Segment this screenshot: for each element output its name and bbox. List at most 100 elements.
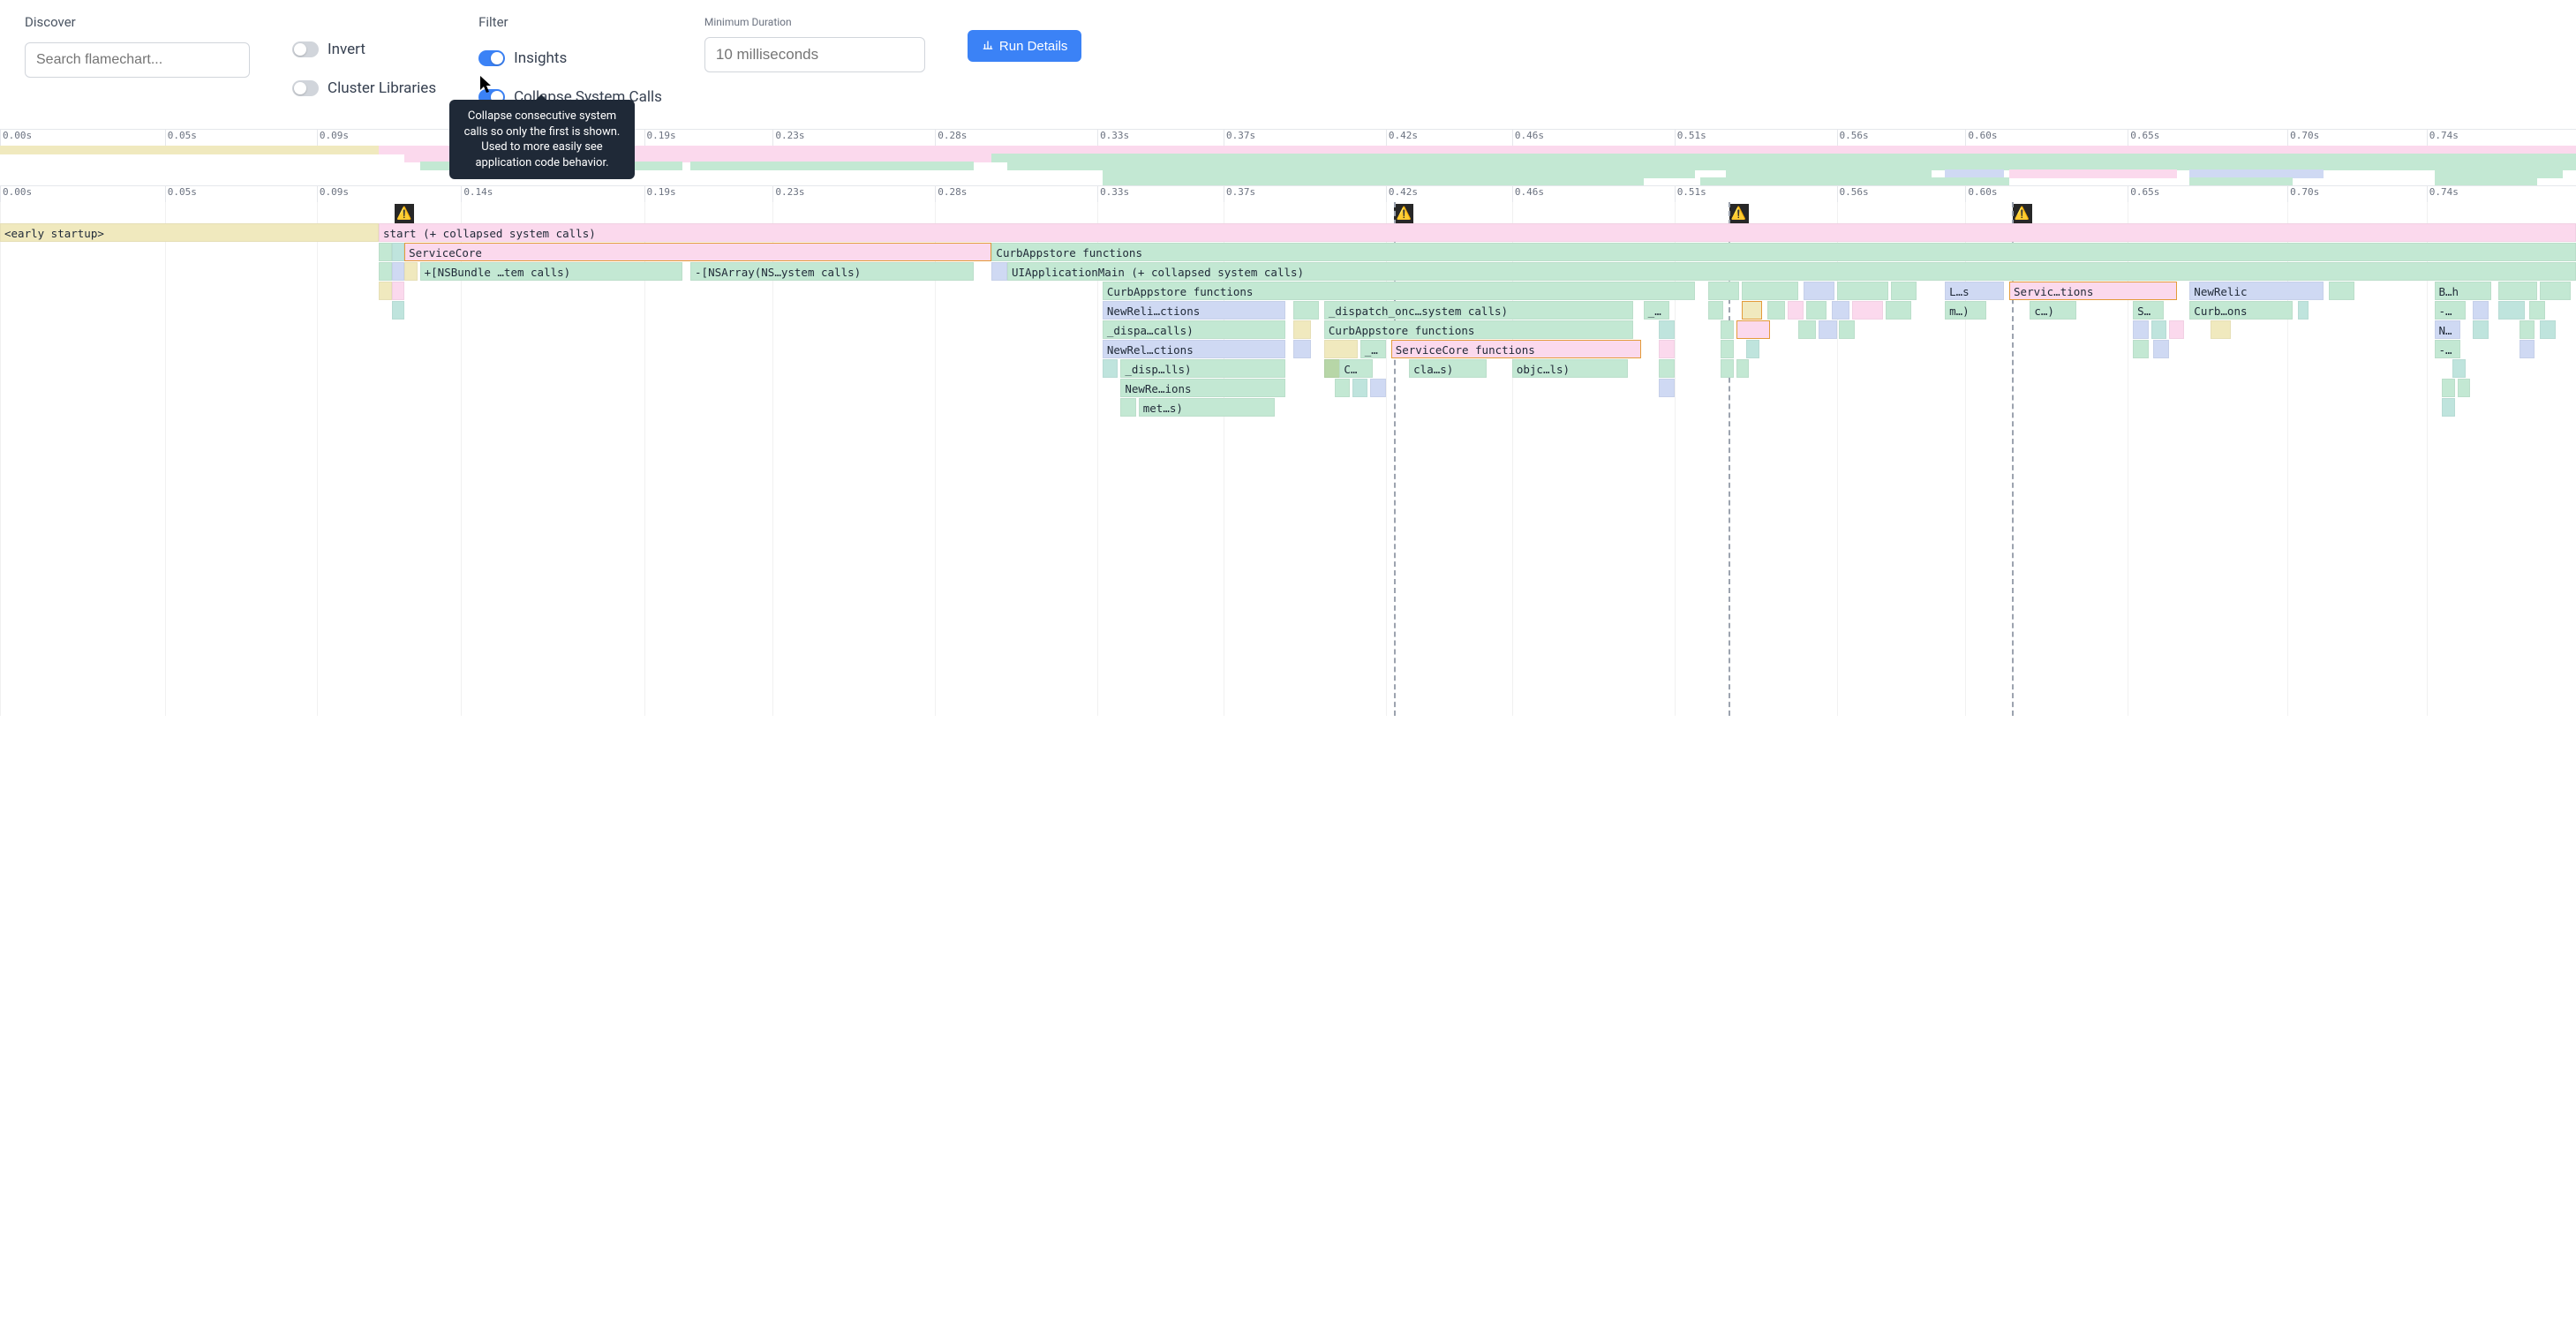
flame-span[interactable]	[2442, 398, 2455, 417]
flame-span[interactable]: c…)	[2030, 301, 2076, 320]
flame-span[interactable]: _disp…lls)	[1120, 359, 1285, 378]
flame-span[interactable]: Curb…ons	[2189, 301, 2293, 320]
minimap-span[interactable]	[2189, 177, 2293, 186]
flame-span[interactable]	[379, 243, 392, 261]
cluster-libraries-toggle[interactable]	[292, 80, 319, 96]
flame-span[interactable]	[2498, 282, 2537, 300]
flamechart[interactable]: 0.00s0.05s0.09s0.14s0.19s0.23s0.28s0.33s…	[0, 186, 2576, 716]
flame-span[interactable]: ServiceCore	[404, 243, 991, 261]
flame-span[interactable]	[2452, 359, 2466, 378]
flame-span[interactable]	[2520, 320, 2535, 339]
flame-span[interactable]	[1708, 301, 1724, 320]
run-details-button[interactable]: Run Details	[968, 30, 1082, 62]
flame-span[interactable]	[1819, 320, 1836, 339]
flame-span[interactable]	[392, 262, 405, 281]
flame-span[interactable]: objc…ls)	[1512, 359, 1628, 378]
flame-span[interactable]	[392, 282, 405, 300]
flame-span[interactable]: NewReli…ctions	[1103, 301, 1285, 320]
warning-icon[interactable]: ⚠️	[2013, 204, 2032, 223]
flame-span[interactable]	[2540, 282, 2571, 300]
flame-span[interactable]: -…	[2435, 340, 2460, 358]
flame-span[interactable]	[1721, 340, 1734, 358]
flame-span[interactable]	[1742, 282, 1798, 300]
warning-icon[interactable]: ⚠️	[395, 204, 414, 223]
flame-span[interactable]	[1742, 301, 1762, 320]
flame-span[interactable]: _…	[1644, 301, 1669, 320]
flame-span[interactable]	[1708, 282, 1739, 300]
flame-span[interactable]	[392, 243, 405, 261]
flame-span[interactable]	[1736, 359, 1750, 378]
flame-span[interactable]	[2298, 301, 2309, 320]
flame-span[interactable]: N…	[2435, 320, 2460, 339]
flame-span[interactable]	[1659, 340, 1675, 358]
minimap[interactable]: 0.00s0.05s0.09s0.14s0.19s0.23s0.28s0.33s…	[0, 130, 2576, 186]
flame-span[interactable]	[1886, 301, 1911, 320]
flame-span[interactable]	[1324, 340, 1358, 358]
flame-span[interactable]	[1293, 320, 1311, 339]
flame-span[interactable]: m…)	[1945, 301, 1986, 320]
flame-span[interactable]: UIApplicationMain (+ collapsed system ca…	[1007, 262, 2576, 281]
flame-span[interactable]	[1736, 320, 1770, 339]
flame-span[interactable]	[1832, 301, 1849, 320]
flame-span[interactable]: C…	[1339, 359, 1373, 378]
flame-span[interactable]: L…s	[1945, 282, 2004, 300]
flame-span[interactable]	[2529, 301, 2545, 320]
flame-span[interactable]: start (+ collapsed system calls)	[379, 223, 2576, 242]
flame-span[interactable]	[1293, 301, 1319, 320]
flame-span[interactable]	[2458, 379, 2471, 397]
flame-span[interactable]: CurbAppstore functions	[991, 243, 2576, 261]
flame-span[interactable]	[1839, 320, 1855, 339]
flame-span[interactable]: <early startup>	[0, 223, 379, 242]
flame-span[interactable]	[1370, 379, 1386, 397]
flame-span[interactable]	[1103, 359, 1119, 378]
minimap-span[interactable]	[1103, 177, 1644, 186]
flame-span[interactable]	[1798, 320, 1816, 339]
flame-span[interactable]	[379, 282, 392, 300]
flame-span[interactable]: NewRelic	[2189, 282, 2324, 300]
flame-span[interactable]: B…h	[2435, 282, 2491, 300]
flame-span[interactable]	[1120, 398, 1136, 417]
flame-span[interactable]	[2153, 340, 2169, 358]
flame-span[interactable]	[1837, 282, 1888, 300]
flame-span[interactable]	[1804, 282, 1834, 300]
flame-span[interactable]	[2133, 340, 2149, 358]
flame-span[interactable]	[1891, 282, 1917, 300]
warning-icon[interactable]: ⚠️	[1729, 204, 1749, 223]
flame-span[interactable]: -…	[2435, 301, 2466, 320]
minimap-span[interactable]	[1700, 177, 2009, 186]
flame-span[interactable]	[2329, 282, 2354, 300]
flame-span[interactable]: _dispatch_onc…system calls)	[1324, 301, 1633, 320]
flame-span[interactable]	[2498, 301, 2524, 320]
flame-span[interactable]: NewRe…ions	[1120, 379, 1285, 397]
minimap-span[interactable]	[2435, 177, 2538, 186]
flame-span[interactable]	[2473, 320, 2489, 339]
minimum-duration-input[interactable]	[704, 37, 925, 72]
flame-span[interactable]	[404, 262, 418, 281]
flame-span[interactable]	[1335, 379, 1351, 397]
search-input[interactable]	[25, 42, 250, 78]
flame-span[interactable]	[1746, 340, 1759, 358]
flame-span[interactable]	[2211, 320, 2231, 339]
flame-span[interactable]	[379, 262, 392, 281]
flame-span[interactable]: CurbAppstore functions	[1103, 282, 1695, 300]
flame-span[interactable]	[1806, 301, 1827, 320]
flame-span[interactable]	[1788, 301, 1804, 320]
flame-span[interactable]	[1659, 359, 1675, 378]
flame-span[interactable]: -[NSArray(NS…ystem calls)	[690, 262, 974, 281]
insights-toggle[interactable]	[478, 50, 505, 66]
flame-span[interactable]	[1352, 379, 1368, 397]
flame-span[interactable]	[1659, 379, 1675, 397]
flame-span[interactable]: +[NSBundle …tem calls)	[420, 262, 683, 281]
flame-span[interactable]	[1767, 301, 1785, 320]
flame-span[interactable]	[1659, 320, 1675, 339]
flame-span[interactable]	[2169, 320, 2185, 339]
flame-span[interactable]	[392, 301, 405, 320]
flame-span[interactable]	[2473, 301, 2489, 320]
flame-span[interactable]: cla…s)	[1409, 359, 1487, 378]
flame-span[interactable]: ServiceCore functions	[1391, 340, 1641, 358]
flame-span[interactable]: _dispa…calls)	[1103, 320, 1285, 339]
warning-icon[interactable]: ⚠️	[1394, 204, 1413, 223]
flame-span[interactable]	[2151, 320, 2167, 339]
flame-span[interactable]	[1293, 340, 1311, 358]
flame-span[interactable]: CurbAppstore functions	[1324, 320, 1633, 339]
